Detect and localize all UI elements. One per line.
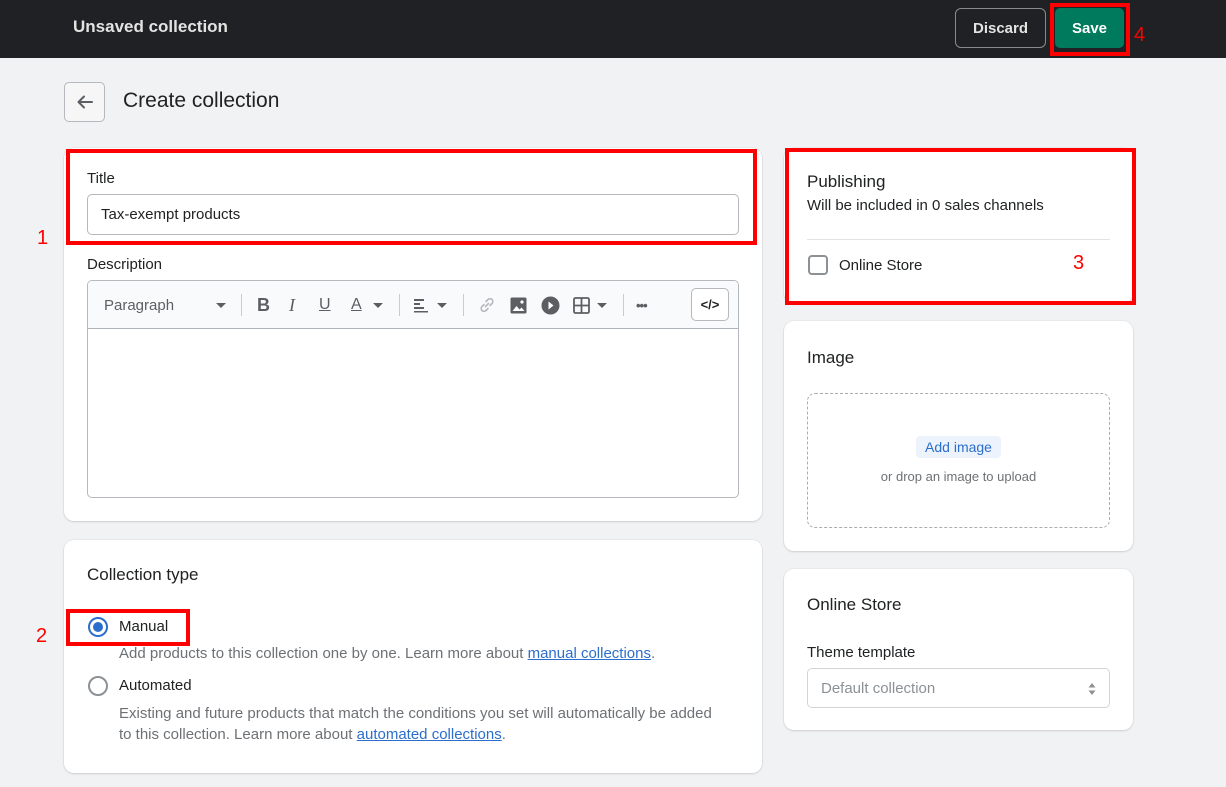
text-color-icon: A bbox=[351, 296, 362, 313]
format-select-value: Paragraph bbox=[104, 296, 175, 314]
description-label: Description bbox=[87, 256, 163, 273]
chevron-down-icon bbox=[216, 303, 226, 308]
chevron-down-icon bbox=[373, 303, 383, 308]
table-icon bbox=[573, 296, 590, 314]
top-bar: Unsaved collection Discard Save bbox=[0, 0, 1226, 58]
theme-template-value: Default collection bbox=[821, 680, 936, 697]
manual-radio-label[interactable]: Manual bbox=[119, 618, 168, 635]
toolbar-divider bbox=[241, 294, 242, 316]
image-dropzone[interactable] bbox=[807, 393, 1110, 528]
collection-type-heading: Collection type bbox=[87, 565, 199, 584]
description-editor: Paragraph B I U A ••• </> bbox=[87, 280, 739, 498]
underline-icon: U bbox=[319, 296, 331, 313]
arrow-left-icon bbox=[77, 95, 93, 109]
chevron-down-icon bbox=[437, 303, 447, 308]
theme-template-select[interactable]: Default collection bbox=[807, 668, 1110, 708]
italic-button[interactable]: I bbox=[289, 293, 295, 317]
add-image-button[interactable]: Add image bbox=[916, 436, 1001, 458]
manual-help-suffix: . bbox=[651, 645, 656, 662]
toolbar-divider bbox=[463, 294, 464, 316]
automated-help-text: Existing and future products that match … bbox=[119, 703, 719, 745]
show-html-button[interactable]: </> bbox=[691, 288, 729, 321]
select-arrows-icon bbox=[1088, 683, 1096, 695]
manual-collections-link[interactable]: manual collections bbox=[528, 645, 651, 662]
annotation-number-3: 3 bbox=[1073, 252, 1085, 274]
play-icon bbox=[541, 296, 560, 314]
italic-icon: I bbox=[289, 294, 295, 315]
manual-radio[interactable] bbox=[88, 617, 108, 637]
theme-template-label: Theme template bbox=[807, 644, 916, 661]
code-icon: </> bbox=[700, 297, 720, 312]
editor-toolbar: Paragraph B I U A ••• </> bbox=[88, 281, 738, 329]
automated-radio-label[interactable]: Automated bbox=[119, 677, 192, 694]
insert-video-button[interactable] bbox=[541, 293, 560, 317]
more-button[interactable]: ••• bbox=[636, 293, 648, 317]
annotation-number-2: 2 bbox=[36, 625, 48, 647]
underline-button[interactable]: U bbox=[319, 293, 331, 317]
manual-help-text: Add products to this collection one by o… bbox=[119, 643, 655, 664]
online-store-channel-label[interactable]: Online Store bbox=[839, 257, 922, 274]
page-title: Create collection bbox=[123, 89, 280, 112]
link-icon bbox=[480, 297, 494, 313]
online-store-checkbox[interactable] bbox=[808, 255, 828, 275]
text-color-button[interactable]: A bbox=[351, 293, 385, 317]
align-left-icon bbox=[414, 299, 428, 313]
toolbar-divider bbox=[623, 294, 624, 316]
publishing-divider bbox=[807, 239, 1110, 240]
image-icon bbox=[510, 297, 527, 313]
bold-icon: B bbox=[257, 294, 270, 315]
more-icon: ••• bbox=[636, 297, 648, 313]
drop-hint: or drop an image to upload bbox=[880, 469, 1037, 484]
save-button[interactable]: Save bbox=[1055, 8, 1124, 48]
title-input[interactable] bbox=[87, 194, 739, 235]
bold-button[interactable]: B bbox=[257, 293, 270, 317]
automated-help-suffix: . bbox=[501, 726, 506, 743]
description-textarea[interactable] bbox=[88, 329, 738, 497]
automated-radio[interactable] bbox=[88, 676, 108, 696]
title-label: Title bbox=[87, 170, 115, 187]
insert-table-button[interactable] bbox=[573, 293, 609, 317]
publishing-heading: Publishing bbox=[807, 172, 886, 191]
automated-collections-link[interactable]: automated collections bbox=[357, 726, 502, 743]
discard-button[interactable]: Discard bbox=[955, 8, 1046, 48]
back-button[interactable] bbox=[64, 82, 105, 122]
annotation-number-4: 4 bbox=[1134, 24, 1146, 46]
toolbar-divider bbox=[399, 294, 400, 316]
insert-image-button[interactable] bbox=[510, 293, 527, 317]
align-button[interactable] bbox=[413, 293, 449, 317]
manual-help-prefix: Add products to this collection one by o… bbox=[119, 645, 528, 662]
format-select[interactable]: Paragraph bbox=[104, 293, 228, 317]
annotation-number-1: 1 bbox=[37, 227, 49, 249]
link-button[interactable] bbox=[478, 293, 496, 317]
chevron-down-icon bbox=[597, 303, 607, 308]
publishing-subtitle: Will be included in 0 sales channels bbox=[807, 197, 1044, 214]
unsaved-title: Unsaved collection bbox=[73, 17, 228, 36]
online-store-heading: Online Store bbox=[807, 595, 902, 614]
image-heading: Image bbox=[807, 348, 855, 367]
